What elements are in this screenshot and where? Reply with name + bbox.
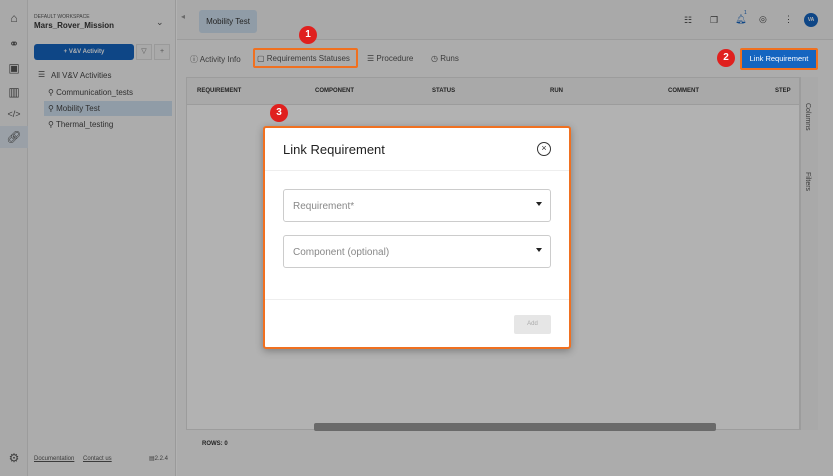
component-select[interactable]: Component (optional) [283,235,551,268]
modal-title: Link Requirement [283,142,385,157]
link-requirement-button[interactable]: Link Requirement [740,48,818,70]
add-button[interactable]: Add [514,315,551,334]
divider [265,299,569,300]
annotation-badge-3: 3 [270,104,288,122]
caret-down-icon [536,202,542,206]
caret-down-icon [536,248,542,252]
link-requirement-modal: Link Requirement × Requirement* Componen… [263,126,571,349]
requirement-select[interactable]: Requirement* [283,189,551,222]
annotation-badge-1: 1 [299,26,317,44]
close-icon[interactable]: × [537,142,551,156]
divider [265,170,569,171]
annotation-badge-2: 2 [717,49,735,67]
highlight-requirements-tab [253,48,358,68]
